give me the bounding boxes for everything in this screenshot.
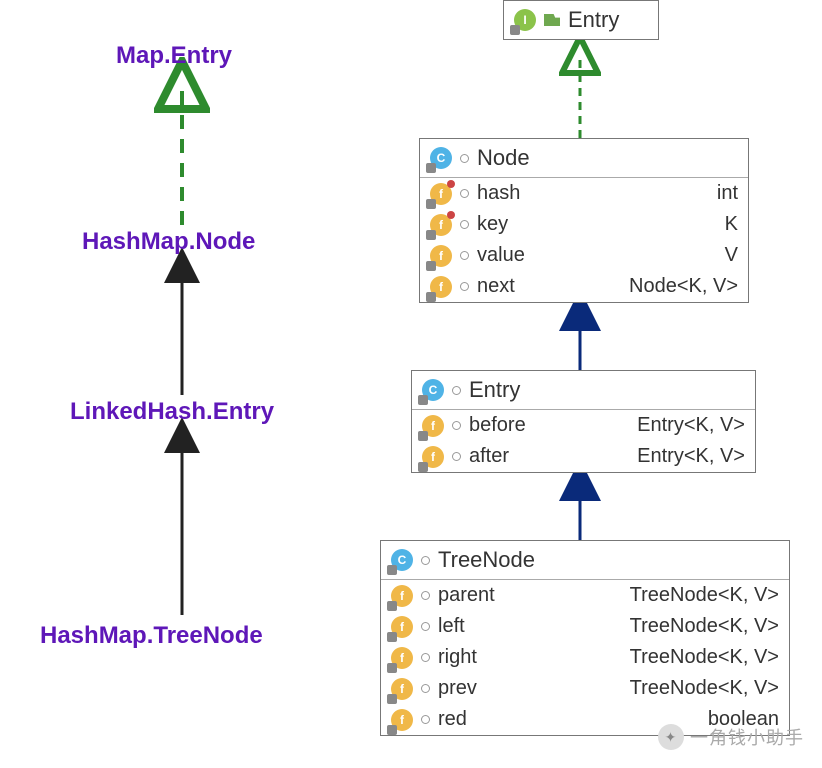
field-type: int: [528, 182, 738, 205]
class-entry-box: C Entry f before Entry<K, V> f after Ent…: [411, 370, 756, 473]
field-type: Entry<K, V>: [517, 445, 745, 468]
ring-icon: [460, 220, 469, 229]
field-row: f right TreeNode<K, V>: [381, 642, 789, 673]
ring-icon: [460, 154, 469, 163]
ring-icon: [421, 591, 430, 600]
field-icon: f: [391, 678, 413, 700]
field-row: f parent TreeNode<K, V>: [381, 580, 789, 611]
class-treenode-name: TreeNode: [438, 547, 535, 573]
interface-name: Entry: [568, 7, 619, 33]
class-node-name: Node: [477, 145, 530, 171]
field-icon: f: [391, 616, 413, 638]
field-row: f next Node<K, V>: [420, 271, 748, 302]
field-row: f key K: [420, 209, 748, 240]
field-type: TreeNode<K, V>: [503, 584, 779, 607]
class-treenode-box: C TreeNode f parent TreeNode<K, V> f lef…: [380, 540, 790, 736]
field-name: red: [438, 708, 467, 731]
ring-icon: [421, 684, 430, 693]
label-hashmap-node: HashMap.Node: [82, 228, 255, 256]
interface-entry-box: I Entry: [503, 0, 659, 40]
field-icon: f: [430, 214, 452, 236]
field-type: K: [516, 213, 738, 236]
watermark-text: 一角钱小助手: [690, 724, 804, 750]
class-entry-name: Entry: [469, 377, 520, 403]
field-icon: f: [430, 276, 452, 298]
field-name: key: [477, 213, 508, 236]
ring-icon: [460, 189, 469, 198]
field-name: parent: [438, 584, 495, 607]
ring-icon: [421, 715, 430, 724]
class-node-box: C Node f hash int f key K f value V f ne…: [419, 138, 749, 303]
open-icon: [544, 14, 560, 26]
class-icon: C: [430, 147, 452, 169]
label-map-entry: Map.Entry: [116, 42, 232, 70]
ring-icon: [460, 282, 469, 291]
field-icon: f: [422, 415, 444, 437]
interface-icon: I: [514, 9, 536, 31]
ring-icon: [421, 556, 430, 565]
field-name: before: [469, 414, 526, 437]
watermark: ✦ 一角钱小助手: [658, 724, 804, 750]
field-row: f hash int: [420, 178, 748, 209]
label-hashmap-treenode: HashMap.TreeNode: [40, 622, 263, 650]
field-type: Node<K, V>: [523, 275, 738, 298]
ring-icon: [460, 251, 469, 260]
field-icon: f: [391, 709, 413, 731]
class-icon: C: [391, 549, 413, 571]
field-type: V: [533, 244, 738, 267]
field-row: f value V: [420, 240, 748, 271]
field-icon: f: [391, 585, 413, 607]
field-icon: f: [422, 446, 444, 468]
class-icon: C: [422, 379, 444, 401]
field-name: prev: [438, 677, 477, 700]
label-linkedhash-entry: LinkedHash.Entry: [70, 398, 274, 426]
ring-icon: [452, 421, 461, 430]
field-name: after: [469, 445, 509, 468]
ring-icon: [421, 622, 430, 631]
ring-icon: [421, 653, 430, 662]
field-name: next: [477, 275, 515, 298]
field-type: TreeNode<K, V>: [485, 646, 779, 669]
ring-icon: [452, 452, 461, 461]
field-name: right: [438, 646, 477, 669]
field-type: TreeNode<K, V>: [485, 677, 779, 700]
field-row: f prev TreeNode<K, V>: [381, 673, 789, 704]
field-name: value: [477, 244, 525, 267]
field-name: hash: [477, 182, 520, 205]
field-icon: f: [391, 647, 413, 669]
watermark-icon: ✦: [658, 724, 684, 750]
ring-icon: [452, 386, 461, 395]
field-row: f after Entry<K, V>: [412, 441, 755, 472]
field-icon: f: [430, 183, 452, 205]
field-type: Entry<K, V>: [534, 414, 745, 437]
field-row: f before Entry<K, V>: [412, 410, 755, 441]
field-row: f left TreeNode<K, V>: [381, 611, 789, 642]
field-name: left: [438, 615, 465, 638]
field-icon: f: [430, 245, 452, 267]
field-type: TreeNode<K, V>: [473, 615, 779, 638]
